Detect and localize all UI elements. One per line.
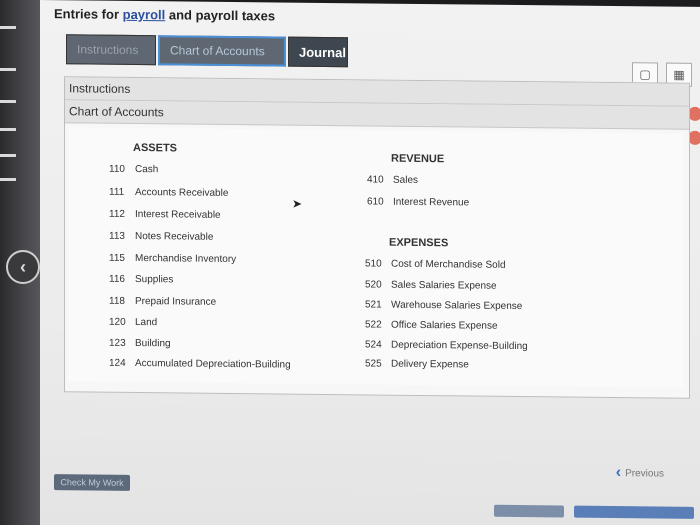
page-title: Entries for payroll and payroll taxes <box>54 6 275 23</box>
account-name: Office Salaries Expense <box>391 319 498 332</box>
account-number: 115 <box>109 252 125 264</box>
chevron-left-icon: ‹ <box>615 464 622 482</box>
account-row: 116 Supplies <box>109 274 173 286</box>
bezel-stripe <box>0 68 16 71</box>
assets-heading: ASSETS <box>133 141 178 155</box>
account-row: 110 Cash <box>109 164 158 176</box>
account-number: 524 <box>365 339 382 351</box>
account-name: Depreciation Expense-Building <box>391 339 528 353</box>
account-number: 116 <box>109 273 125 285</box>
mouse-cursor-icon: ➤ <box>292 196 303 211</box>
bezel-stripe <box>0 178 16 181</box>
account-name: Notes Receivable <box>135 230 214 243</box>
device-bezel: ‹ <box>0 0 44 525</box>
account-number: 120 <box>109 316 126 328</box>
account-row: 124 Accumulated Depreciation-Building <box>109 358 291 371</box>
tab-chart-of-accounts[interactable]: Chart of Accounts <box>158 35 286 67</box>
account-name: Land <box>135 316 158 329</box>
expenses-heading: EXPENSES <box>389 236 449 250</box>
previous-button[interactable]: ‹ Previous <box>616 464 664 483</box>
bezel-stripe <box>0 26 16 29</box>
account-number: 525 <box>365 358 382 370</box>
bezel-stripe <box>0 154 16 157</box>
account-name: Interest Revenue <box>393 196 470 209</box>
account-row: 510 Cost of Merchandise Sold <box>365 258 506 270</box>
account-name: Warehouse Salaries Expense <box>391 299 523 313</box>
bezel-stripe <box>0 128 16 131</box>
account-row: 123 Building <box>109 338 171 350</box>
previous-label: Previous <box>625 467 664 480</box>
chart-of-accounts-table: ASSETS REVENUE EXPENSES 110 Cash 111 Accou… <box>69 127 683 388</box>
account-name: Cost of Merchandise Sold <box>391 258 506 271</box>
account-name: Interest Receivable <box>135 208 221 221</box>
account-row: 525 Delivery Expense <box>365 358 469 370</box>
account-number: 522 <box>365 319 382 331</box>
account-number: 112 <box>109 208 125 220</box>
app-screen: Entries for payroll and payroll taxes In… <box>40 0 700 525</box>
nav-button[interactable] <box>574 505 694 519</box>
bottom-nav <box>494 504 694 519</box>
account-row: 520 Sales Salaries Expense <box>365 279 497 291</box>
account-row: 113 Notes Receivable <box>109 231 213 243</box>
account-row: 111 Accounts Receivable <box>109 187 228 199</box>
content-panel: Instructions Chart of Accounts ASSETS RE… <box>64 76 690 399</box>
account-row: 118 Prepaid Insurance <box>109 296 216 308</box>
account-number: 521 <box>365 299 382 311</box>
back-chevron-icon[interactable]: ‹ <box>6 250 40 284</box>
revenue-heading: REVENUE <box>391 152 445 166</box>
account-name: Building <box>135 337 171 350</box>
account-number: 520 <box>365 279 382 291</box>
account-name: Accounts Receivable <box>135 186 229 199</box>
account-row: 120 Land <box>109 317 157 329</box>
account-number: 510 <box>365 258 382 270</box>
account-number: 111 <box>109 186 125 198</box>
account-name: Prepaid Insurance <box>135 295 217 308</box>
account-number: 110 <box>109 163 125 175</box>
account-name: Accumulated Depreciation-Building <box>135 357 291 371</box>
tab-instructions[interactable]: Instructions <box>66 34 156 66</box>
title-suffix: and payroll taxes <box>165 7 276 24</box>
account-row: 524 Depreciation Expense-Building <box>365 339 528 352</box>
account-name: Delivery Expense <box>391 358 469 371</box>
account-row: 410 Sales <box>367 174 418 186</box>
check-my-work-button[interactable]: Check My Work <box>54 474 130 491</box>
account-name: Cash <box>135 163 159 176</box>
account-number: 410 <box>367 174 384 186</box>
title-prefix: Entries for <box>54 6 123 22</box>
account-row: 112 Interest Receivable <box>109 209 221 221</box>
account-name: Sales <box>393 174 419 186</box>
account-row: 115 Merchandise Inventory <box>109 253 236 265</box>
account-number: 113 <box>109 230 125 242</box>
tab-journal[interactable]: Journal <box>288 36 348 68</box>
nav-button[interactable] <box>494 504 564 518</box>
account-number: 118 <box>109 295 125 307</box>
account-name: Merchandise Inventory <box>135 252 237 266</box>
account-name: Sales Salaries Expense <box>391 279 497 292</box>
payroll-link[interactable]: payroll <box>123 7 166 22</box>
account-name: Supplies <box>135 273 174 286</box>
account-row: 610 Interest Revenue <box>367 196 469 208</box>
tab-bar: Instructions Chart of Accounts Journal <box>66 34 348 68</box>
account-row: 522 Office Salaries Expense <box>365 319 498 331</box>
account-number: 123 <box>109 337 126 349</box>
account-row: 521 Warehouse Salaries Expense <box>365 299 522 312</box>
account-number: 610 <box>367 196 384 208</box>
account-number: 124 <box>109 357 126 369</box>
bezel-stripe <box>0 100 16 103</box>
